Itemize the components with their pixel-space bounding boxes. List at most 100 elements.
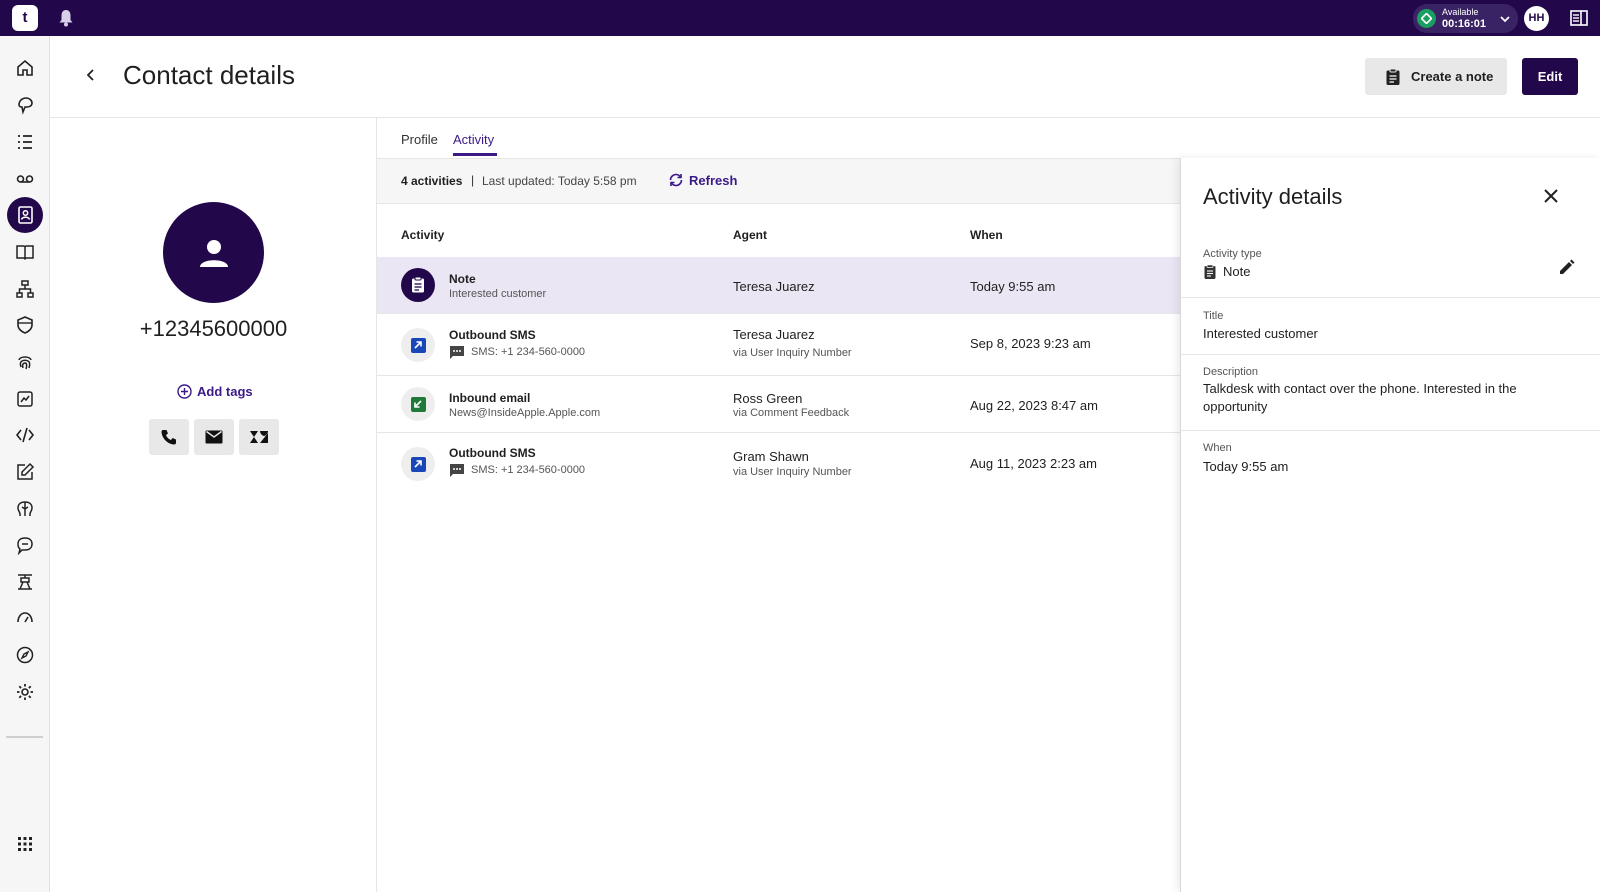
person-icon (199, 239, 228, 267)
bell-icon[interactable] (58, 9, 74, 27)
analytics-icon[interactable] (7, 381, 43, 417)
call-button[interactable] (149, 419, 189, 455)
table-row[interactable]: Outbound SMS SMS: +1 234-560-0000 Teresa… (377, 314, 1180, 376)
pencil-icon[interactable] (1557, 257, 1577, 277)
side-panel-icon[interactable] (1570, 9, 1588, 27)
activity-title: Outbound SMS (449, 328, 536, 342)
column-header-when: When (970, 228, 1003, 242)
activity-title: Inbound email (449, 391, 531, 405)
agent-name: Teresa Juarez (733, 327, 815, 342)
create-note-button[interactable]: Create a note (1365, 58, 1507, 95)
agent-via: via User Inquiry Number (733, 466, 852, 478)
status-selector[interactable]: Available 00:16:01 (1413, 4, 1518, 33)
knowledge-book-icon[interactable] (7, 234, 43, 270)
page-header: Contact details Create a note Edit (50, 36, 1600, 118)
contacts-icon[interactable] (7, 197, 43, 233)
speedometer-icon[interactable] (7, 600, 43, 636)
table-row[interactable]: Outbound SMS SMS: +1 234-560-0000 Gram S… (377, 433, 1180, 495)
list-icon[interactable] (7, 124, 43, 160)
page-title: Contact details (123, 60, 295, 90)
talkdesk-logo[interactable]: t (12, 5, 38, 31)
email-icon (205, 430, 223, 444)
add-tags-link[interactable]: Add tags (177, 384, 253, 399)
sms-icon (450, 464, 464, 477)
outbound-sms-icon (401, 447, 435, 481)
edit-button[interactable]: Edit (1522, 58, 1578, 95)
conversations-icon[interactable] (7, 87, 43, 123)
when-value: Today 9:55 am (1203, 459, 1289, 474)
contact-tabs: Profile Activity (377, 118, 1180, 158)
workforce-icon[interactable] (7, 564, 43, 600)
title-section: Title Interested customer (1181, 298, 1600, 355)
when-section: When Today 9:55 am (1181, 431, 1600, 491)
user-avatar[interactable]: HH (1524, 6, 1549, 31)
back-arrow-icon[interactable] (82, 66, 100, 84)
activity-subtitle: News@InsideApple.Apple.com (449, 407, 601, 419)
when-label: When (1203, 442, 1232, 454)
activity-when: Today 9:55 am (970, 279, 1056, 294)
voicemail-icon[interactable] (7, 161, 43, 197)
activity-title: Outbound SMS (449, 446, 536, 460)
activity-subtitle-text: SMS: +1 234-560-0000 (471, 464, 586, 476)
apps-grid-icon[interactable] (7, 826, 43, 862)
activity-count: 4 activities (401, 174, 463, 188)
sidebar-divider (6, 736, 43, 738)
activity-subtitle-text: SMS: +1 234-560-0000 (471, 346, 586, 358)
add-tags-label: Add tags (197, 384, 253, 399)
tab-activity[interactable]: Activity (453, 132, 494, 147)
activity-type-value: Note (1203, 263, 1250, 281)
table-row[interactable]: Note Interested customer Teresa Juarez T… (377, 257, 1180, 314)
contact-avatar (163, 202, 264, 303)
column-header-agent: Agent (733, 228, 767, 242)
active-tab-indicator (453, 153, 497, 156)
ai-brain-icon[interactable] (7, 491, 43, 527)
activity-subtitle: Interested customer (449, 288, 547, 300)
phone-icon (161, 430, 176, 445)
app-sidebar (0, 36, 50, 892)
contact-summary-panel: +12345600000 Add tags (50, 118, 377, 892)
code-icon[interactable] (7, 417, 43, 453)
status-timer: 00:16:01 (1442, 18, 1487, 30)
available-status-icon (1417, 9, 1436, 28)
activity-summary-bar: 4 activities | Last updated: Today 5:58 … (377, 158, 1180, 204)
chevron-down-icon (1500, 16, 1510, 23)
zendesk-button[interactable] (239, 419, 279, 455)
flow-icon[interactable] (7, 271, 43, 307)
tab-profile[interactable]: Profile (401, 132, 438, 147)
column-header-activity: Activity (401, 228, 445, 242)
fingerprint-icon[interactable] (7, 344, 43, 380)
agent-via: via Comment Feedback (733, 407, 850, 419)
refresh-button[interactable]: Refresh (668, 172, 737, 188)
email-button[interactable] (194, 419, 234, 455)
contact-phone-number: +12345600000 (139, 316, 288, 341)
chat-icon[interactable] (7, 527, 43, 563)
shield-icon[interactable] (7, 307, 43, 343)
inbound-email-icon (401, 387, 435, 421)
description-section: Description Talkdesk with contact over t… (1181, 355, 1600, 431)
activity-subtitle: SMS: +1 234-560-0000 (449, 463, 585, 477)
description-value: Talkdesk with contact over the phone. In… (1203, 381, 1517, 414)
table-row[interactable]: Inbound email News@InsideApple.Apple.com… (377, 376, 1180, 433)
activity-title: Note (449, 272, 476, 286)
refresh-label: Refresh (689, 172, 738, 188)
edit-icon[interactable] (7, 454, 43, 490)
agent-name: Gram Shawn (733, 449, 809, 464)
last-updated-text: Last updated: Today 5:58 pm (482, 174, 637, 188)
close-icon[interactable] (1542, 187, 1560, 205)
title-value: Interested customer (1203, 326, 1318, 341)
summary-separator: | (471, 173, 475, 187)
home-icon[interactable] (7, 50, 43, 86)
agent-via: via User Inquiry Number (733, 347, 852, 359)
create-note-label: Create a note (1411, 69, 1494, 84)
activity-subtitle: SMS: +1 234-560-0000 (449, 345, 585, 359)
title-label: Title (1203, 310, 1224, 322)
outbound-sms-icon (401, 328, 435, 362)
clipboard-icon (1386, 68, 1400, 85)
plus-circle-icon (177, 384, 192, 399)
status-label: Available (1442, 7, 1479, 17)
top-bar: t Available 00:16:01 HH (0, 0, 1600, 36)
settings-icon[interactable] (7, 674, 43, 710)
explore-icon[interactable] (7, 637, 43, 673)
note-activity-icon (401, 268, 435, 302)
table-header-row: Activity Agent When (377, 204, 1180, 257)
